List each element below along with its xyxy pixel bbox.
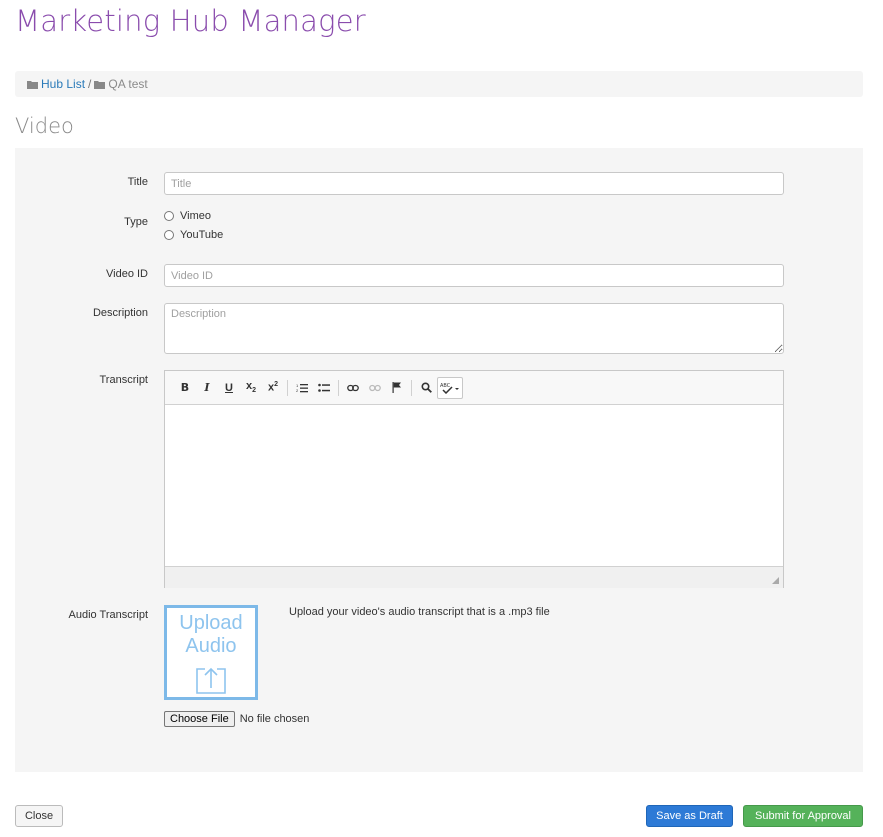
transcript-editor-body[interactable] (165, 405, 783, 566)
file-input[interactable]: Choose File No file chosen (164, 711, 309, 727)
title-label: Title (127, 176, 148, 188)
superscript-icon[interactable]: x2 (262, 377, 284, 399)
title-input[interactable] (164, 172, 784, 195)
choose-file-button[interactable]: Choose File (164, 711, 235, 727)
anchor-flag-icon[interactable] (386, 377, 408, 399)
close-button[interactable]: Close (15, 805, 63, 827)
subscript-icon[interactable]: x2 (240, 377, 262, 399)
folder-icon (27, 80, 38, 89)
video-id-label: Video ID (106, 268, 148, 280)
find-icon[interactable] (415, 377, 437, 399)
bulleted-list-icon[interactable] (313, 377, 335, 399)
resize-grip-icon[interactable] (772, 577, 779, 584)
upload-arrow-icon (196, 664, 226, 699)
numbered-list-icon[interactable]: 12 (291, 377, 313, 399)
toolbar-separator (411, 379, 412, 396)
link-icon[interactable] (342, 377, 364, 399)
transcript-label: Transcript (99, 374, 149, 386)
underline-icon[interactable]: U (218, 377, 240, 399)
submit-for-approval-button[interactable]: Submit for Approval (743, 805, 863, 827)
breadcrumb-current: QA test (108, 77, 148, 91)
spellcheck-icon[interactable]: ABC (437, 376, 463, 399)
vimeo-radio-option[interactable]: Vimeo (164, 210, 211, 222)
description-textarea[interactable] (164, 303, 784, 354)
upload-audio-text: Upload Audio (179, 612, 243, 657)
file-status-text: No file chosen (239, 713, 310, 725)
youtube-label: YouTube (180, 229, 224, 241)
toolbar-separator (287, 379, 288, 396)
svg-text:2: 2 (296, 388, 299, 393)
upload-audio-button[interactable]: Upload Audio (164, 605, 258, 700)
video-form: Title Type Vimeo YouTube Video ID Descri… (15, 148, 863, 772)
page-title: Marketing Hub Manager (15, 4, 366, 38)
editor-toolbar: B I U x2 x2 12 ABC (165, 371, 783, 405)
svg-text:ABC: ABC (440, 383, 451, 389)
folder-icon (94, 80, 106, 89)
save-as-draft-button[interactable]: Save as Draft (646, 805, 733, 827)
upload-instructions: Upload your video's audio transcript tha… (289, 606, 550, 618)
editor-status-bar (165, 566, 783, 588)
unlink-icon[interactable] (364, 377, 386, 399)
section-title: Video (15, 114, 74, 138)
vimeo-radio[interactable] (164, 211, 174, 221)
breadcrumb-hub-list-link[interactable]: Hub List (41, 77, 85, 91)
transcript-editor: B I U x2 x2 12 ABC (164, 370, 784, 588)
type-label: Type (124, 216, 148, 228)
video-id-input[interactable] (164, 264, 784, 287)
breadcrumb-separator: / (88, 77, 92, 91)
bold-icon[interactable]: B (174, 377, 196, 399)
italic-icon[interactable]: I (196, 377, 218, 399)
vimeo-label: Vimeo (180, 210, 211, 222)
breadcrumb: Hub List / QA test (15, 71, 863, 97)
audio-transcript-label: Audio Transcript (68, 609, 148, 621)
youtube-radio-option[interactable]: YouTube (164, 229, 223, 241)
youtube-radio[interactable] (164, 230, 174, 240)
description-label: Description (92, 307, 148, 319)
toolbar-separator (338, 379, 339, 396)
